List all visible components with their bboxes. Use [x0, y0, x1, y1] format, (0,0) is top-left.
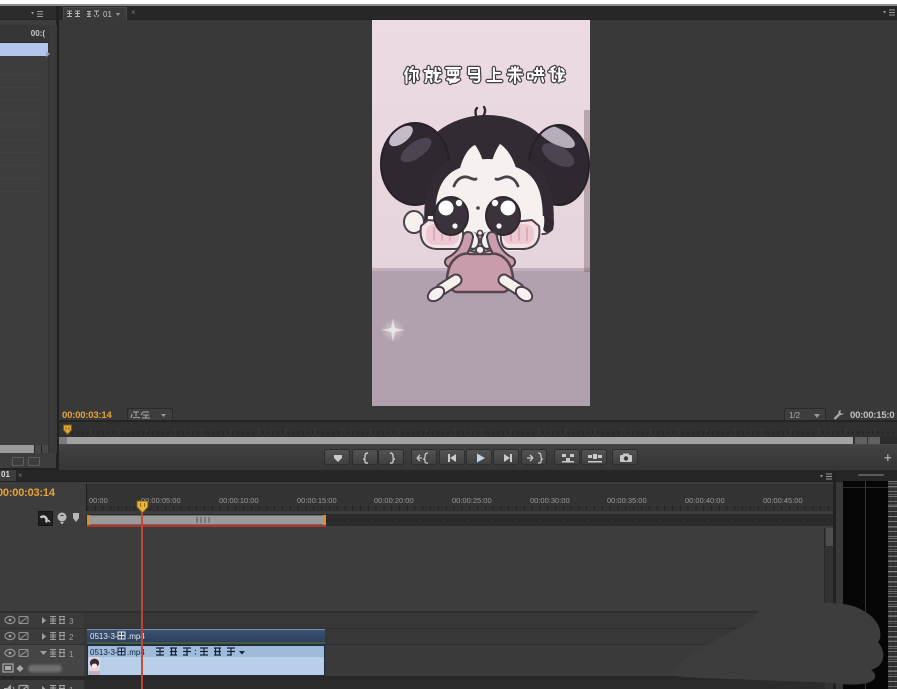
- svg-text:3: 3: [69, 617, 74, 626]
- svg-text:0513-3-: 0513-3-: [90, 632, 118, 641]
- svg-text:0513-3-: 0513-3-: [90, 648, 118, 657]
- svg-text:2: 2: [69, 633, 74, 642]
- svg-text:01: 01: [103, 10, 112, 19]
- svg-text:1: 1: [69, 650, 74, 659]
